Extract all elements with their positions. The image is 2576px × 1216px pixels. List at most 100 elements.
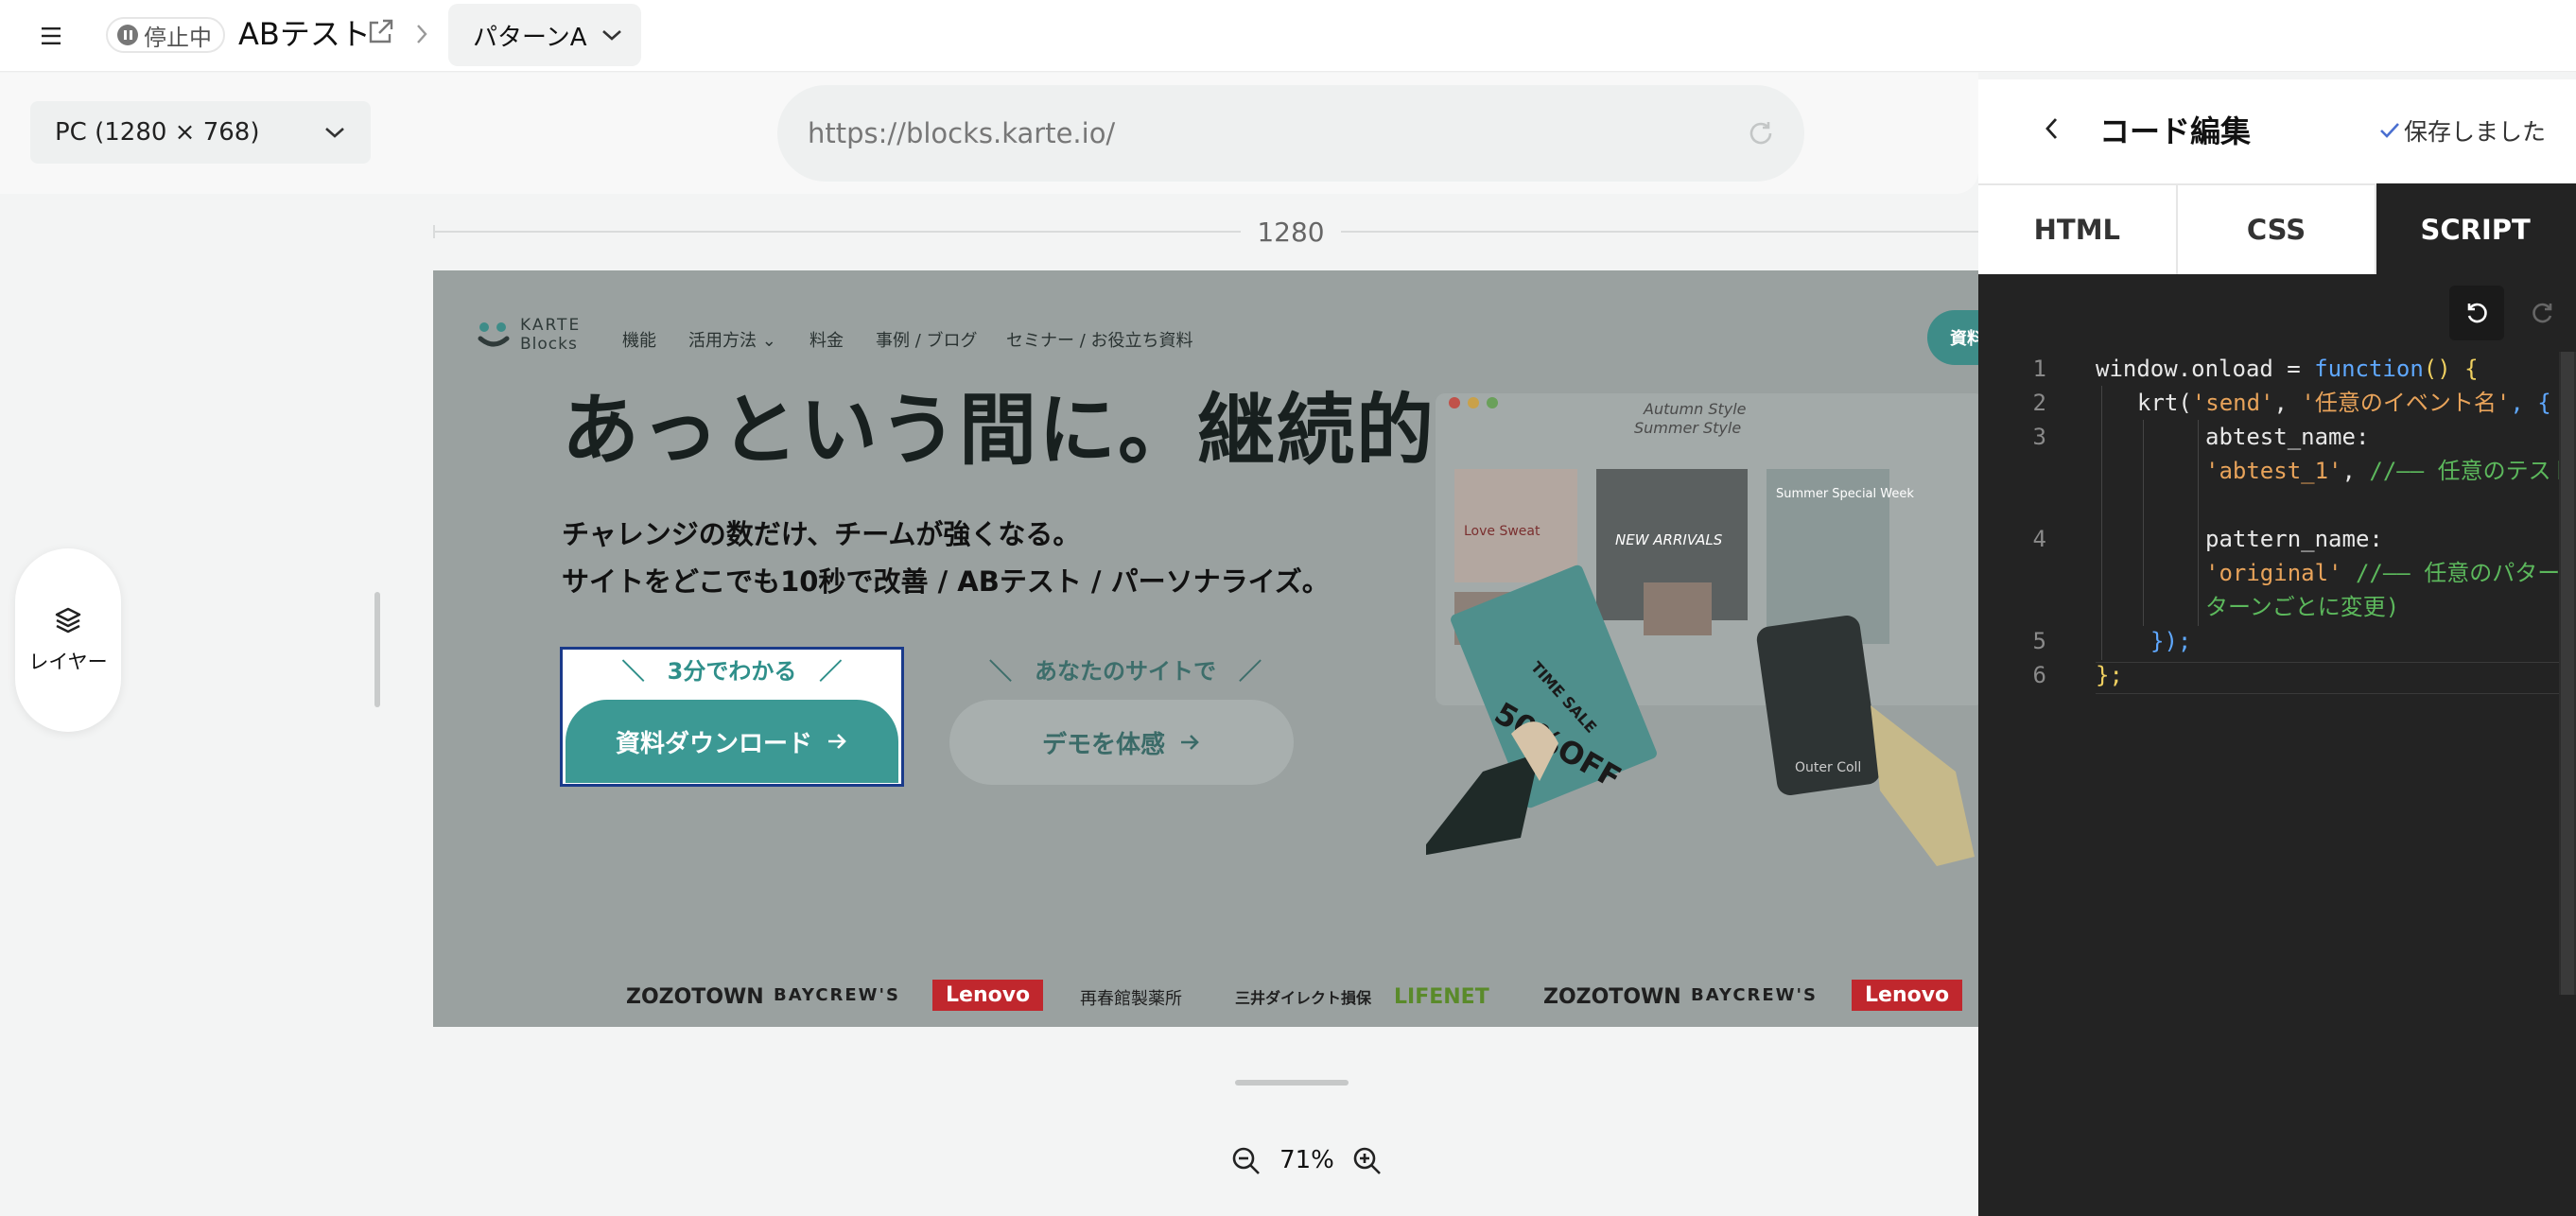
code-tabs: HTML CSS SCRIPT — [1978, 183, 2576, 274]
code-token: pattern_name: — [2205, 526, 2383, 552]
pattern-select[interactable]: パターンA — [448, 4, 641, 66]
client-logo: Lenovo — [1852, 980, 1963, 1011]
chevron-down-icon — [323, 125, 346, 140]
cta-caption: ＼ 3分でわかる ／ — [621, 658, 843, 685]
preview-cta-top[interactable]: 資料 — [1927, 310, 1978, 365]
code-token: () { — [2423, 356, 2479, 382]
check-icon — [2377, 118, 2402, 143]
code-line-4-cont: 'original' //—— 任意のパターン名(パターンごとに変更) — [2205, 556, 2576, 624]
line-number: 4 — [2032, 526, 2046, 552]
code-line-1: window.onload = function() { — [2096, 352, 2576, 386]
preview-cta-top-label: 資料 — [1950, 329, 1978, 349]
pattern-label: パターンA — [473, 23, 587, 52]
url-field[interactable]: https://blocks.karte.io/ — [777, 85, 1804, 182]
preview-nav-item[interactable]: 料金 — [809, 327, 844, 352]
resize-handle[interactable] — [374, 592, 380, 707]
save-status-label: 保存しました — [2404, 118, 2547, 146]
code-line-6: }; — [2096, 658, 2576, 692]
preview-resize-handle[interactable] — [1235, 1080, 1349, 1086]
preview-nav-label: 活用方法 — [688, 331, 757, 351]
code-token: 'abtest_1' — [2205, 458, 2342, 484]
chevron-right-icon — [414, 21, 429, 47]
preview-subtitle-2: サイトをどこでも10秒で改善 / ABテスト / パーソナライズ。 — [562, 565, 1330, 598]
url-text: https://blocks.karte.io/ — [808, 117, 1116, 149]
external-link-icon[interactable] — [365, 17, 395, 47]
device-label: PC (1280 × 768) — [55, 118, 260, 147]
cta-caption: ＼ あなたのサイトで ／ — [989, 658, 1262, 685]
code-token: function — [2314, 356, 2424, 382]
client-logo: ZOZOTOWN — [626, 985, 764, 1009]
code-line-3-cont: 'abtest_1', //—— 任意のテスト名 — [2205, 454, 2576, 488]
editor-scrollbar-thumb[interactable] — [2561, 352, 2574, 995]
layers-button[interactable]: レイヤー — [15, 548, 121, 732]
client-logo: Lenovo — [932, 980, 1044, 1011]
ruler-tick — [433, 225, 435, 238]
client-logo: BAYCREW'S — [774, 985, 901, 1005]
preview-nav-item[interactable]: 機能 — [622, 327, 656, 352]
client-logo: 再春館製薬所 — [1080, 989, 1182, 1009]
preview-nav-item[interactable]: セミナー / お役立ち資料 — [1006, 327, 1193, 352]
code-line-2: krt('send', '任意のイベント名', { — [2137, 386, 2576, 420]
client-logo: LIFENET — [1394, 985, 1489, 1009]
code-line-3: abtest_name: — [2205, 420, 2576, 454]
device-select[interactable]: PC (1280 × 768) — [30, 101, 371, 164]
download-button[interactable]: 資料ダウンロード — [566, 700, 898, 783]
chevron-down-icon — [600, 27, 623, 43]
code-token: '任意のイベント名' — [2301, 390, 2511, 416]
logo-line2: Blocks — [520, 335, 578, 354]
hero-illustration: Autumn Style Summer Style Love Sweat NEW… — [1426, 393, 1978, 980]
arrow-right-icon — [1178, 733, 1201, 752]
arrow-right-icon — [826, 732, 848, 751]
preview-nav-item[interactable]: 事例 / ブログ — [876, 327, 978, 352]
code-token: 'original' — [2205, 560, 2342, 586]
code-token: , — [2341, 458, 2370, 484]
line-number: 3 — [2032, 424, 2046, 450]
chevron-left-icon[interactable] — [2041, 113, 2063, 144]
illus-summer-style: Summer Style — [1634, 419, 1741, 437]
indent-guide — [2101, 386, 2102, 660]
preview-nav-item[interactable]: 活用方法 ⌄ — [688, 327, 776, 352]
code-token: window.onload = — [2096, 356, 2315, 382]
ruler-line — [433, 231, 1978, 233]
line-number: 1 — [2032, 356, 2046, 382]
code-token: abtest_name: — [2205, 424, 2370, 450]
illus-outer-coll: Outer Coll — [1795, 760, 1861, 775]
site-preview[interactable]: KARTE Blocks 機能 活用方法 ⌄ 料金 事例 / ブログ セミナー … — [433, 270, 1978, 1027]
tab-css[interactable]: CSS — [2177, 183, 2377, 274]
client-logo: ZOZOTOWN — [1543, 985, 1681, 1009]
preview-logo: KARTE Blocks — [477, 316, 581, 354]
illus-love-sweat: Love Sweat — [1464, 524, 1540, 539]
code-token: krt( — [2137, 390, 2192, 416]
campaign-title: ABテスト — [238, 16, 371, 52]
pause-icon — [117, 25, 138, 45]
layers-label: レイヤー — [28, 651, 108, 673]
zoom-out-icon[interactable] — [1229, 1144, 1263, 1178]
status-badge: 停止中 — [106, 17, 225, 53]
preview-subtitle-1: チャレンジの数だけ、チームが強くなる。 — [562, 518, 1081, 550]
code-token: }; — [2096, 662, 2123, 688]
tab-html[interactable]: HTML — [1978, 183, 2178, 274]
code-token: }); — [2150, 628, 2192, 654]
indent-guide — [2143, 420, 2144, 626]
demo-button[interactable]: デモを体感 — [949, 700, 1294, 785]
line-number: 2 — [2032, 390, 2046, 416]
reload-icon[interactable] — [1746, 118, 1776, 148]
code-line-5: }); — [2150, 624, 2576, 658]
code-editor[interactable]: 1 2 3 4 5 6 window.onload = function() {… — [1978, 352, 2576, 730]
client-logo: BAYCREW'S — [1691, 985, 1819, 1005]
code-line-4: pattern_name: — [2205, 522, 2576, 556]
illus-autumn-style: Autumn Style — [1643, 400, 1747, 418]
logo-line1: KARTE — [520, 316, 582, 335]
code-token: 'send' — [2191, 390, 2274, 416]
zoom-level: 71% — [1279, 1146, 1334, 1174]
save-status: 保存しました — [2377, 113, 2546, 148]
demo-label: デモを体感 — [1041, 730, 1165, 759]
tab-script[interactable]: SCRIPT — [2376, 183, 2576, 274]
zoom-in-icon[interactable] — [1350, 1144, 1384, 1178]
line-number: 6 — [2032, 662, 2046, 688]
layers-icon — [53, 605, 83, 635]
undo-icon[interactable] — [2449, 286, 2504, 340]
redo-icon[interactable] — [2515, 286, 2570, 340]
illus-new-arrivals: NEW ARRIVALS — [1615, 531, 1723, 548]
hamburger-icon[interactable] — [34, 17, 72, 55]
